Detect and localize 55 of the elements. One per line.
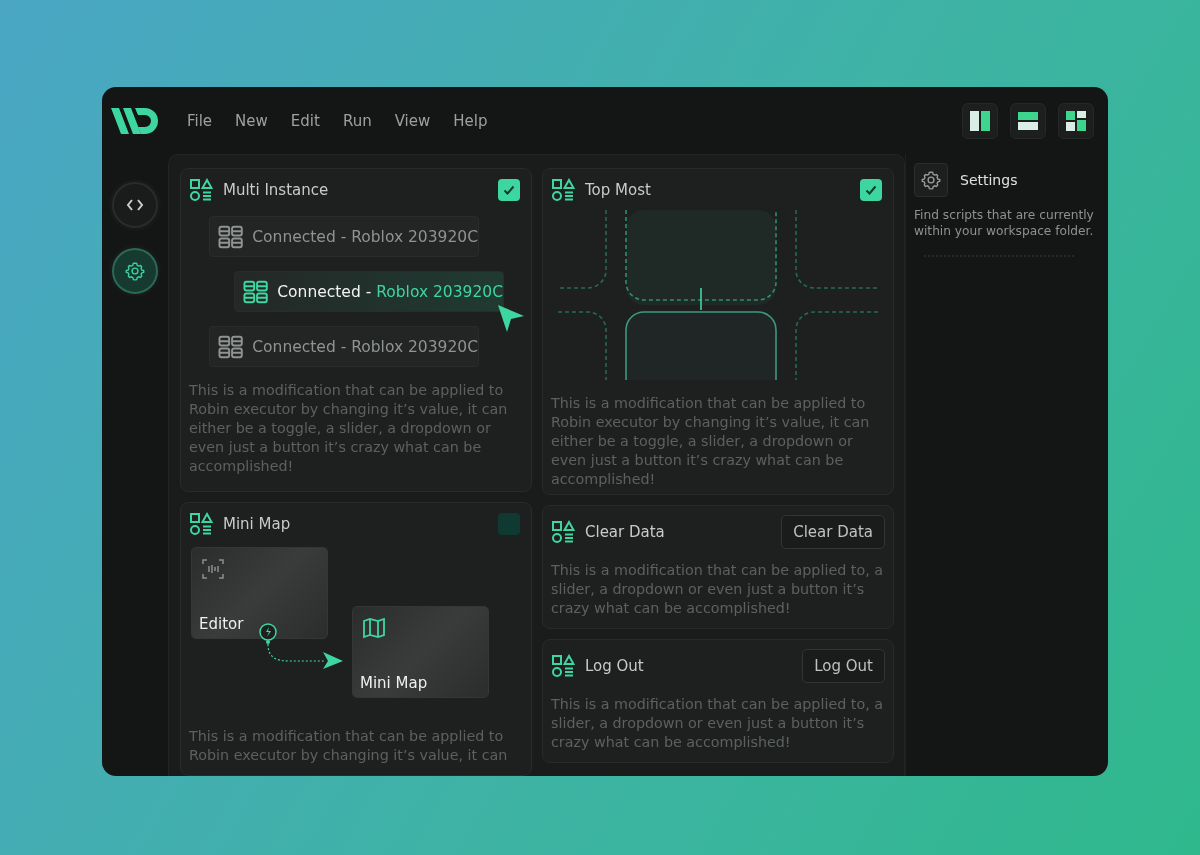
settings-icon <box>921 170 941 190</box>
card-title: Top Most <box>585 181 651 199</box>
scan-icon <box>201 557 225 581</box>
grid-layout-icon <box>1065 109 1087 132</box>
card-description: This is a modification that can be applied to, a slider, a dropdown or even just a button it’s crazy what can be accomplished! <box>551 695 884 752</box>
node-label: Editor <box>199 615 244 633</box>
menu-item[interactable]: Edit <box>290 107 320 134</box>
card-description: This is a modification that can be applied to Robin executor by changing it’s value, it can either be a toggle, a slider, a dropdown or even just a button it’s crazy what can be accomplished! <box>189 381 509 476</box>
card-title: Log Out <box>585 657 644 675</box>
action-button[interactable]: Log Out <box>802 649 885 683</box>
checkbox[interactable] <box>498 179 520 201</box>
code-button[interactable] <box>112 182 158 228</box>
instance-label: Connected - Roblox 203920C <box>277 282 503 301</box>
card-description: This is a modification that can be applied to Robin executor by changing it’s value, it can <box>189 727 509 765</box>
layout-button[interactable] <box>1058 102 1094 139</box>
instance-item[interactable]: Connected - Roblox 203920C <box>209 326 479 367</box>
checkbox[interactable] <box>498 513 520 535</box>
card-description: This is a modification that can be applied to, a slider, a dropdown or even just a button it’s crazy what can be accomplished! <box>551 561 884 618</box>
menu-item[interactable]: File <box>187 107 213 134</box>
grid-icon <box>218 224 244 249</box>
shapes-icon <box>189 512 213 536</box>
check-icon <box>864 183 878 197</box>
action-button[interactable]: Clear Data <box>781 515 885 549</box>
settings-icon <box>125 261 145 281</box>
instance-label: Connected - Roblox 203920C <box>252 227 478 246</box>
code-icon <box>126 198 144 212</box>
card-description: This is a modification that can be applied to Robin executor by changing it’s value, it can either be a toggle, a slider, a dropdown or even just a button it’s crazy what can be accomplished! <box>551 394 871 489</box>
check-icon <box>502 183 516 197</box>
columns-layout-icon <box>969 109 991 132</box>
node-label: Mini Map <box>360 674 428 692</box>
layout-button[interactable] <box>1010 102 1046 139</box>
grid-icon <box>243 279 269 304</box>
card-title: Multi Instance <box>223 181 329 199</box>
logo-icon <box>111 105 159 136</box>
panel-title: Settings <box>960 172 1018 188</box>
shapes-icon <box>551 178 575 202</box>
menu-item[interactable]: New <box>235 107 268 134</box>
shapes-icon <box>189 178 213 202</box>
panel-description: Find scripts that are currently within your workspace folder. <box>914 207 1095 239</box>
instance-label: Connected - Roblox 203920C <box>252 337 478 356</box>
instance-item[interactable]: Connected - Roblox 203920C <box>234 271 504 312</box>
card-title: Clear Data <box>585 523 665 541</box>
settings-button[interactable] <box>112 248 158 294</box>
menu-item[interactable]: Help <box>453 107 488 134</box>
layout-button[interactable] <box>962 102 998 139</box>
map-icon <box>362 616 386 640</box>
shapes-icon <box>551 520 575 544</box>
card-title: Mini Map <box>223 515 291 533</box>
menu-item[interactable]: Run <box>342 107 372 134</box>
menu-item[interactable]: View <box>394 107 431 134</box>
checkbox[interactable] <box>860 179 882 201</box>
shapes-icon <box>551 654 575 678</box>
instance-item[interactable]: Connected - Roblox 203920C <box>209 216 479 257</box>
rows-layout-icon <box>1017 109 1039 132</box>
grid-icon <box>218 334 244 359</box>
